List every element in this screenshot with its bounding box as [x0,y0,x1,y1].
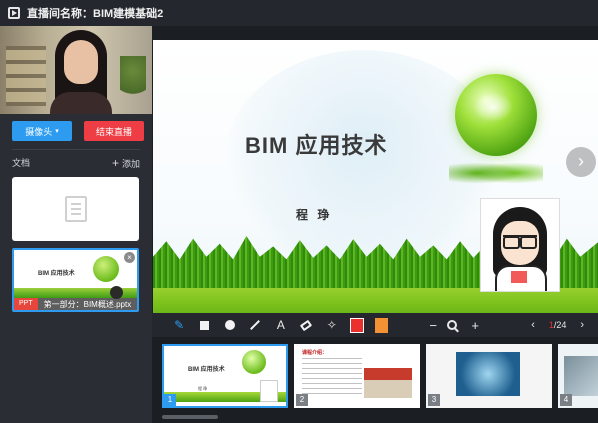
caret-down-icon: ▾ [55,128,59,135]
live-controls: 摄像头 ▾ 结束直播 [12,121,144,141]
thumbnail-title: BIM 应用技术 [188,367,225,373]
title-bar: 直播间名称：BIM建模基础2 [0,0,598,26]
presenter-body [50,92,112,114]
zoom-out-button[interactable]: − [425,318,441,333]
prev-page-button[interactable]: ‹ [531,319,535,331]
clear-tool-icon[interactable]: ✧ [325,317,339,333]
add-label: 添加 [121,159,140,169]
thumbnail-number: 1 [164,394,176,406]
avatar-glasses [503,235,537,249]
live-room-icon [8,7,20,19]
camera-button[interactable]: 摄像头 ▾ [12,121,72,141]
avatar-card [511,271,527,283]
next-slide-button[interactable]: › [566,147,596,177]
sidebar: 摄像头 ▾ 结束直播 文档 + 添加 BIM 应用技术 × PPT 第一部分：BI… [0,26,152,423]
upload-document-card[interactable] [12,177,139,241]
plus-icon: + [111,156,119,170]
slide-thumbnail[interactable]: 4 [558,344,598,408]
slide-thumbnail[interactable]: 3 [426,344,552,408]
thumbnail-number: 2 [296,394,308,406]
text-tool-icon[interactable]: A [274,317,288,333]
document-footer: PPT 第一部分：BIM概述.pptx [14,298,137,310]
presenter-face [64,40,98,84]
line-tool-icon[interactable] [248,317,262,333]
whiteboard-toolbar: ✎ A ✧ − + ‹ 1/24 › [152,313,598,337]
sprout-image [449,158,543,188]
slide-canvas[interactable]: BIM 应用技术 程 琤 › [153,40,598,334]
globe-image [93,256,119,282]
eraser-tool-icon[interactable] [299,317,313,333]
thumbnail-number: 4 [560,394,572,406]
circle-tool-icon[interactable] [223,317,237,333]
globe-highlight [473,92,513,122]
zoom-icon [447,320,458,330]
3d-graphic-image [456,352,520,396]
document-thumbnail-title: BIM 应用技术 [38,271,75,277]
thumbnail-number: 3 [428,394,440,406]
thumbnail-text-lines [302,358,362,394]
presenter-avatar [480,198,560,292]
slide-thumbnail[interactable]: BIM 应用技术 程 琤 1 [162,344,288,408]
slide-title: BIM 应用技术 [245,133,388,158]
pen-tool-icon[interactable]: ✎ [172,317,186,333]
document-name: 第一部分：BIM概述.pptx [43,299,132,309]
slide-thumbnail[interactable]: 课程介绍： 2 [294,344,420,408]
document-icon [64,196,87,222]
camera-preview [0,26,152,114]
main-stage: BIM 应用技术 程 琤 › ✎ A ✧ − + ‹ 1 /24 › BIM 应… [152,26,598,423]
page-navigator: ‹ 1/24 › [517,319,598,331]
slide-author: 程 琤 [296,208,333,222]
divider [12,149,140,150]
next-page-button[interactable]: › [580,319,584,331]
thumbnail-header: 课程介绍： [302,350,328,356]
thumbnail-image [564,356,598,396]
documents-header: 文档 + 添加 [12,156,140,170]
end-live-button-label: 结束直播 [95,126,132,137]
camera-button-label: 摄像头 [25,126,53,137]
orange-color-swatch[interactable] [374,317,389,333]
building-image [364,368,412,398]
documents-label: 文档 [12,158,31,168]
globe-image [242,350,266,374]
background-plant [120,56,146,106]
thumbnail-scrollbar[interactable] [162,415,218,419]
red-color-swatch[interactable] [349,317,364,333]
add-document-button[interactable]: + 添加 [112,156,140,170]
background-shelf [6,46,46,106]
zoom-controls: − + [425,318,489,333]
document-card[interactable]: BIM 应用技术 × PPT 第一部分：BIM概述.pptx [12,248,139,312]
rectangle-tool-icon[interactable] [197,317,211,333]
close-icon[interactable]: × [124,252,135,263]
slide-thumbnails: BIM 应用技术 程 琤 1 课程介绍： 2 3 4 [152,344,598,414]
room-title: 直播间名称：BIM建模基础2 [27,8,164,20]
total-pages: /24 [553,320,567,330]
zoom-in-button[interactable]: + [467,318,483,333]
end-live-button[interactable]: 结束直播 [84,121,144,141]
avatar-image [260,380,278,402]
ppt-badge: PPT [14,298,38,310]
